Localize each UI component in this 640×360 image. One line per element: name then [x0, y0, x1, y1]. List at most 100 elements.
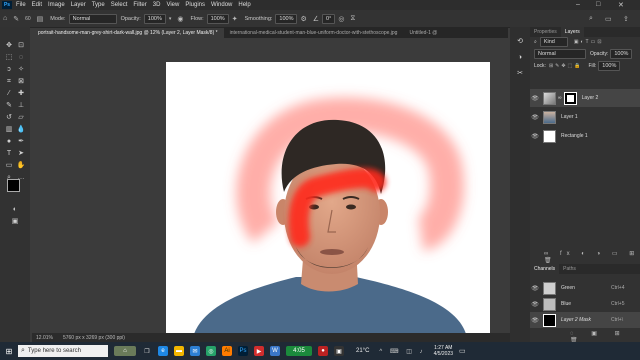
lock-icons[interactable]: ⊞✎✥⬚🔒 [549, 63, 583, 69]
weather-temperature[interactable]: 21°C [356, 348, 369, 354]
layer-actions-bar[interactable]: ∞ fx ◐ ◑ ▭ ⊞ 🗑 [530, 250, 640, 264]
ellipse-marquee-icon[interactable]: ◌ [16, 53, 26, 62]
menu-select[interactable]: Select [111, 2, 128, 8]
tab-untitled-document[interactable]: Untitled-1 @ [403, 28, 443, 38]
workspace-icon[interactable]: ▭ [605, 15, 612, 23]
layer-opacity-field[interactable]: 100% [610, 49, 633, 59]
pen-tool-icon[interactable]: ✒ [16, 137, 26, 146]
edge-icon[interactable]: e [158, 346, 168, 356]
hand-tool-icon[interactable]: ✋ [16, 161, 26, 170]
type-tool-icon[interactable]: T [4, 149, 14, 158]
visibility-eye-icon[interactable]: 👁 [530, 285, 540, 292]
visibility-eye-icon[interactable]: 👁 [530, 114, 540, 121]
windows-start-icon[interactable]: ⊞ [4, 346, 14, 356]
adjust-panel-icon[interactable]: ◑ [515, 53, 525, 62]
tab-layers[interactable]: Layers [560, 27, 584, 37]
layer-mask-thumbnail[interactable] [563, 91, 577, 105]
mode-select[interactable]: Normal [68, 13, 117, 24]
menu-plugins[interactable]: Plugins [185, 2, 205, 8]
kind-select[interactable]: Kind [539, 37, 568, 47]
search-icon[interactable]: ⌕ [589, 15, 593, 23]
quick-mask-icon[interactable]: ◐ [10, 205, 20, 214]
menu-help[interactable]: Help [238, 2, 250, 8]
tab-channels[interactable]: Channels [530, 264, 560, 274]
gradient-tool-icon[interactable]: ▥ [4, 125, 14, 134]
history-brush-icon[interactable]: ↺ [4, 113, 14, 122]
tab-medical-student-document[interactable]: international-medical-student-man-blue-u… [224, 28, 404, 38]
tab-portrait-document[interactable]: portrait-handsome-man-grey-shirt-dark-wa… [32, 28, 224, 38]
visibility-eye-icon[interactable]: 👁 [530, 95, 540, 102]
visibility-eye-icon[interactable]: 👁 [530, 317, 540, 324]
brush-tool-icon[interactable]: ✎ [13, 15, 19, 23]
channel-row-blue[interactable]: 👁 Blue Ctrl+5 [530, 296, 640, 312]
angle-field[interactable]: 0° [322, 13, 336, 24]
layer-row-layer-2[interactable]: 👁 ∞ Layer 2 [530, 89, 640, 107]
path-select-icon[interactable]: ➤ [16, 149, 26, 158]
timer-chip[interactable]: 4:05 [286, 346, 312, 356]
lasso-tool-icon[interactable]: ↄ [4, 65, 14, 74]
record-icon[interactable]: ● [318, 346, 328, 356]
frame-tool-icon[interactable]: ⊠ [16, 77, 26, 86]
smoothing-field[interactable]: 100% [275, 13, 298, 24]
flow-field[interactable]: 100% [206, 13, 229, 24]
zoom-level[interactable]: 12.01% [36, 335, 53, 341]
channel-row-green[interactable]: 👁 Green Ctrl+4 [530, 280, 640, 296]
opacity-field[interactable]: 100% [143, 13, 166, 24]
brush-settings-icon[interactable]: ▤ [37, 15, 44, 23]
app-icon[interactable]: ▣ [334, 346, 344, 356]
menu-type[interactable]: Type [92, 2, 105, 8]
blend-mode-select[interactable]: Normal [534, 49, 586, 59]
eraser-tool-icon[interactable]: ▱ [16, 113, 26, 122]
blur-tool-icon[interactable]: 💧 [16, 125, 26, 134]
task-view-icon[interactable]: ❐ [142, 346, 152, 356]
tab-paths[interactable]: Paths [559, 264, 580, 274]
menu-file[interactable]: File [16, 2, 26, 8]
menu-layer[interactable]: Layer [71, 2, 86, 8]
layer-name[interactable]: Layer 2 [582, 95, 599, 101]
taskbar-widget-icon[interactable]: ⌂ [114, 346, 136, 356]
file-explorer-icon[interactable]: ▬ [174, 346, 184, 356]
symmetry-icon[interactable]: ⧖ [350, 15, 355, 23]
menu-3d[interactable]: 3D [153, 2, 161, 8]
marquee-tool-icon[interactable]: ⬚ [4, 53, 14, 62]
channel-actions-bar[interactable]: ◌ ▣ ⊞ 🗑 [530, 330, 640, 344]
spot-heal-icon[interactable]: ✚ [16, 89, 26, 98]
illustrator-icon[interactable]: Ai [222, 346, 232, 356]
artboard-tool-icon[interactable]: ⊡ [16, 41, 26, 50]
taskbar-search-box[interactable]: ⌕ Type here to search [18, 345, 108, 357]
tools-panel-icon[interactable]: ✂ [515, 69, 525, 78]
channel-row-layer-mask[interactable]: 👁 Layer 2 Mask Ctrl+\ [530, 312, 640, 328]
chrome-icon[interactable]: ◎ [206, 346, 216, 356]
menu-edit[interactable]: Edit [32, 2, 42, 8]
media-app-icon[interactable]: ▶ [254, 346, 264, 356]
system-tray-icons[interactable]: ^ ⌨ ◫ ♪ [379, 348, 425, 355]
notification-icon[interactable]: ▭ [459, 347, 466, 355]
rectangle-tool-icon[interactable]: ▭ [4, 161, 14, 170]
clone-stamp-icon[interactable]: ⊥ [16, 101, 26, 110]
layer-row-layer-1[interactable]: 👁 Layer 1 [530, 108, 640, 126]
maximize-icon[interactable]: □ [596, 1, 600, 8]
move-tool-icon[interactable]: ✥ [4, 41, 14, 50]
layer-row-rectangle-1[interactable]: 👁 Rectangle 1 [530, 127, 640, 145]
history-panel-icon[interactable]: ⟲ [515, 37, 525, 46]
airbrush-icon[interactable]: ✦ [232, 15, 238, 23]
quick-select-icon[interactable]: ✧ [16, 65, 26, 74]
fill-field[interactable]: 100% [598, 61, 621, 71]
mail-icon[interactable]: ✉ [190, 346, 200, 356]
screen-mode-icon[interactable]: ▣ [10, 217, 20, 226]
document-canvas[interactable] [166, 62, 490, 334]
pressure-opacity-icon[interactable]: ◉ [177, 15, 183, 23]
pressure-size-icon[interactable]: ◎ [338, 15, 344, 23]
word-icon[interactable]: W [270, 346, 280, 356]
layer-name[interactable]: Rectangle 1 [561, 133, 588, 139]
menu-filter[interactable]: Filter [133, 2, 146, 8]
system-clock[interactable]: 1:27 AM 4/5/2023 [434, 345, 453, 357]
foreground-color-swatch[interactable] [7, 179, 20, 192]
eyedropper-tool-icon[interactable]: ⁄ [4, 89, 14, 98]
visibility-eye-icon[interactable]: 👁 [530, 133, 540, 140]
brush-tool-icon[interactable]: ✎ [4, 101, 14, 110]
menu-image[interactable]: Image [48, 2, 65, 8]
close-icon[interactable]: ✕ [618, 1, 624, 9]
dodge-tool-icon[interactable]: ● [4, 137, 14, 146]
brush-size-preview[interactable]: 60 [25, 16, 31, 22]
